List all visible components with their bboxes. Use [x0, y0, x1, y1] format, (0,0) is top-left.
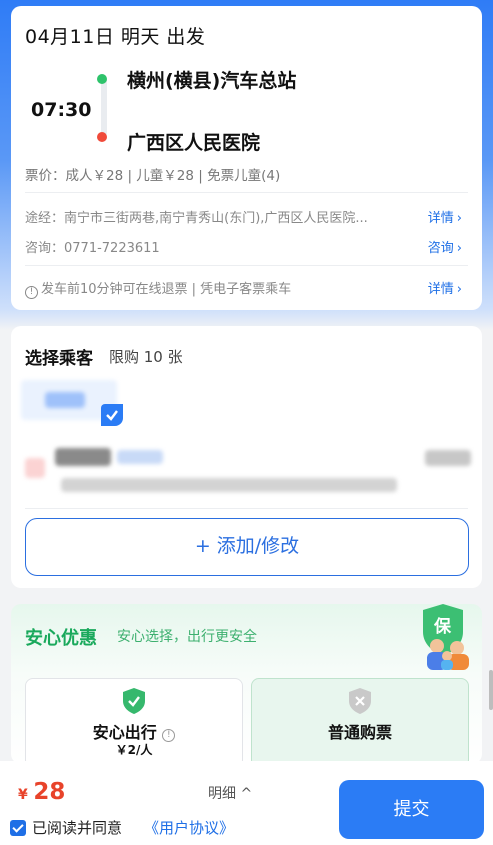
scrollbar[interactable] [489, 670, 493, 710]
price-detail-toggle[interactable]: 明细 ^ [208, 783, 252, 803]
user-agreement-link[interactable]: 《用户协议》 [144, 817, 234, 838]
refund-notice-text: 发车前10分钟可在线退票 | 凭电子客票乘车 [41, 282, 292, 297]
destination-dot-icon [97, 132, 107, 142]
via-stops: 途经：南宁市三街两巷,南宁青秀山(东门),广西区人民医院... [25, 211, 368, 226]
shield-check-icon [121, 687, 147, 719]
checkout-footer: ¥ 28 明细 ^ 已阅读并同意 《用户协议》 提交 [0, 761, 493, 845]
option-safe-label: 安心出行 ! [26, 719, 242, 743]
chevron-right-icon: › [456, 211, 462, 226]
submit-button[interactable]: 提交 [339, 780, 484, 839]
checkmark-icon [101, 404, 123, 426]
origin-dot-icon [97, 74, 107, 84]
passenger-section-title: 选择乘客 [25, 349, 93, 369]
option-safe-travel[interactable]: 安心出行 ! ￥2/人 [25, 678, 243, 768]
consult-link[interactable]: 咨询 › [428, 237, 462, 256]
refund-notice: ! 发车前10分钟可在线退票 | 凭电子客票乘车 [25, 278, 291, 299]
ticket-prices: 票价：成人￥28 | 儿童￥28 | 免票儿童(4) [25, 168, 281, 184]
consult-label: 咨询 [427, 241, 454, 256]
add-passenger-button[interactable]: + 添加/修改 [25, 518, 469, 576]
agreement-row: 已阅读并同意 《用户协议》 [10, 817, 234, 838]
blurred-name [45, 392, 85, 408]
blurred-id-number [61, 478, 397, 492]
divider [25, 508, 468, 509]
total-price: ¥ 28 [18, 779, 65, 805]
chevron-right-icon: › [456, 282, 462, 297]
insurance-title: 安心优惠 [25, 628, 97, 649]
chevron-right-icon: › [456, 241, 462, 256]
blurred-name [55, 448, 111, 466]
insurance-illustration-icon: 保 [411, 604, 477, 670]
passenger-chip[interactable] [21, 380, 123, 428]
via-details-label: 详情 [427, 211, 454, 226]
agreement-checkbox[interactable] [10, 819, 26, 836]
purchase-limit: 限购 10 张 [109, 348, 183, 366]
passenger-card: 选择乘客 限购 10 张 + 添加/修改 [11, 326, 482, 588]
origin-station: 横州(横县)汽车总站 [127, 70, 297, 92]
blurred-action [425, 450, 471, 466]
shield-x-icon [347, 687, 373, 719]
total-amount: 28 [33, 779, 66, 805]
option-safe-price: ￥2/人 [115, 743, 153, 757]
destination-station: 广西区人民医院 [127, 132, 261, 154]
consult-phone: 咨询：0771-7223611 [25, 241, 160, 256]
notice-details-label: 详情 [427, 282, 454, 297]
route-line [101, 78, 107, 136]
blurred-tag [117, 450, 163, 464]
insurance-subtitle: 安心选择，出行更安全 [117, 629, 257, 645]
option-normal-ticket[interactable]: 普通购票 [251, 678, 469, 768]
currency-symbol: ¥ [18, 787, 28, 803]
via-details-link[interactable]: 详情 › [428, 207, 462, 226]
info-icon: ! [25, 286, 38, 299]
departure-time: 07:30 [31, 99, 92, 121]
passenger-row[interactable] [21, 444, 471, 504]
insurance-badge-char: 保 [434, 617, 451, 637]
notice-details-link[interactable]: 详情 › [428, 278, 462, 297]
insurance-card: 安心优惠 安心选择，出行更安全 保 安心出行 ! ￥2/人 普通购票 [11, 604, 482, 768]
option-normal-label: 普通购票 [327, 723, 392, 742]
blurred-region [25, 458, 45, 478]
divider [25, 265, 468, 266]
divider [25, 192, 468, 193]
option-safe-text: 安心出行 [92, 723, 157, 742]
agreement-text: 已阅读并同意 [32, 819, 123, 837]
departure-date: 04月11日 明天 出发 [25, 26, 206, 48]
trip-card: 04月11日 明天 出发 07:30 横州(横县)汽车总站 广西区人民医院 票价… [11, 6, 482, 310]
